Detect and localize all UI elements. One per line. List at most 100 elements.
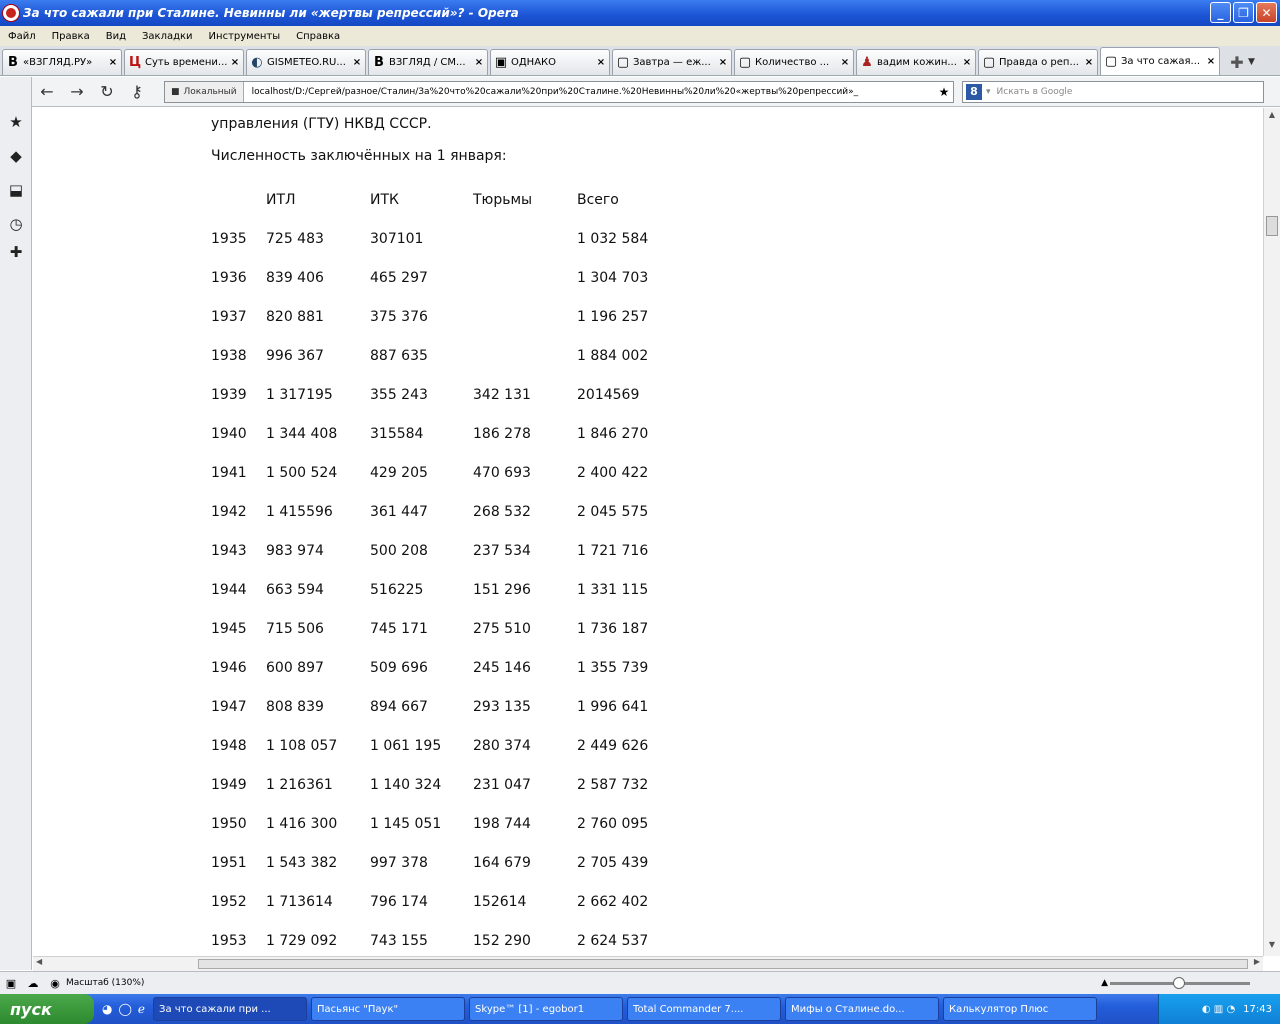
opera-logo-icon xyxy=(3,5,19,21)
notes-icon[interactable]: ◆ xyxy=(6,147,26,167)
tab-gismeteo[interactable]: ◐ GISMETEO.RU... × xyxy=(246,49,366,75)
menu-help[interactable]: Справка xyxy=(288,31,348,42)
scroll-left-arrow-icon[interactable]: ◀ xyxy=(36,957,42,966)
google-search-icon[interactable]: 8 xyxy=(966,83,982,100)
firefox-icon[interactable]: ◕ xyxy=(102,1002,112,1016)
task-total-commander[interactable]: Total Commander 7.... xyxy=(627,997,782,1021)
bookmark-star-icon[interactable]: ★ xyxy=(935,85,953,99)
horizontal-scrollbar[interactable]: ◀ ▶ xyxy=(33,956,1263,971)
cell-year: 1938 xyxy=(211,347,247,364)
tab-label: вадим кожин... xyxy=(877,57,957,68)
horizontal-scroll-thumb[interactable] xyxy=(198,959,1248,969)
tab-vzglyad-sm[interactable]: B ВЗГЛЯД / СМ... × xyxy=(368,49,488,75)
search-box[interactable]: 8 ▾ Искать в Google xyxy=(962,80,1264,103)
tab-close-icon[interactable]: × xyxy=(718,57,728,68)
tab-close-icon[interactable]: × xyxy=(1084,57,1094,68)
zoom-slider-knob[interactable] xyxy=(1173,977,1185,989)
menu-edit[interactable]: Правка xyxy=(44,31,98,42)
tab-close-icon[interactable]: × xyxy=(596,57,606,68)
task-skype[interactable]: Skype™ [1] - egobor1 xyxy=(469,997,624,1021)
tab-odnako[interactable]: ▣ ОДНАКО × xyxy=(490,49,610,75)
cell-total: 2 449 626 xyxy=(577,737,649,754)
tab-close-icon[interactable]: × xyxy=(230,57,240,68)
back-arrow-icon[interactable]: ← xyxy=(32,80,62,104)
task-spider-solitaire[interactable]: Пасьянс "Паук" xyxy=(311,997,466,1021)
tab-zavtra[interactable]: ▢ Завтра — еж... × xyxy=(612,49,732,75)
scroll-right-arrow-icon[interactable]: ▶ xyxy=(1254,957,1260,966)
scroll-up-arrow-icon[interactable]: ▲ xyxy=(1264,110,1280,124)
opera-icon[interactable]: ◯ xyxy=(118,1002,131,1016)
url-text[interactable]: localhost/D:/Сергей/разное/Сталин/За%20ч… xyxy=(244,87,935,97)
cell-itk: 997 378 xyxy=(370,854,428,871)
tab-menu-chevron-icon[interactable]: ▼ xyxy=(1248,57,1266,67)
cell-year: 1939 xyxy=(211,386,247,403)
task-word-document[interactable]: Мифы о Сталине.do... xyxy=(785,997,940,1021)
cell-prisons: 470 693 xyxy=(473,464,531,481)
tab-vzglyad-ru[interactable]: B «ВЗГЛЯД.РУ» × xyxy=(2,49,122,75)
menu-bookmarks[interactable]: Закладки xyxy=(134,31,201,42)
vertical-scroll-thumb[interactable] xyxy=(1266,216,1278,236)
table-row: 1938 996 367 887 635 1 884 002 xyxy=(211,336,677,375)
cell-prisons: 268 532 xyxy=(473,503,531,520)
cell-total: 2 662 402 xyxy=(577,893,649,910)
turbo-icon[interactable]: ◉ xyxy=(44,977,66,990)
history-clock-icon[interactable]: ◷ xyxy=(6,215,26,235)
tab-close-icon[interactable]: × xyxy=(352,57,362,68)
start-button[interactable]: пуск xyxy=(0,994,94,1024)
zoom-label[interactable]: Масштаб (130%) xyxy=(66,978,144,988)
security-badge[interactable]: ■ Локальный xyxy=(165,81,244,102)
bookmarks-star-icon[interactable]: ★ xyxy=(6,113,26,133)
vertical-scrollbar[interactable]: ▲ ▼ xyxy=(1263,108,1280,956)
tab-vadim-kozhinov[interactable]: ♟ вадим кожин... × xyxy=(856,49,976,75)
title-bar: За что сажали при Сталине. Невинны ли «ж… xyxy=(0,0,1280,26)
search-engine-chevron-icon[interactable]: ▾ xyxy=(986,87,991,97)
menu-tools[interactable]: Инструменты xyxy=(201,31,289,42)
cell-prisons: 152 290 xyxy=(473,932,531,949)
tab-close-icon[interactable]: × xyxy=(108,57,118,68)
tab-close-icon[interactable]: × xyxy=(962,57,972,68)
tab-sut-vremeni[interactable]: Ц Суть времени... × xyxy=(124,49,244,75)
address-bar[interactable]: ■ Локальный localhost/D:/Сергей/разное/Ст… xyxy=(164,80,954,103)
window-controls: _ ❐ ✕ xyxy=(1210,2,1277,23)
restore-button[interactable]: ❐ xyxy=(1233,2,1254,23)
reload-icon[interactable]: ↻ xyxy=(92,80,122,104)
add-panel-icon[interactable]: ✚ xyxy=(6,243,26,263)
forward-arrow-icon[interactable]: → xyxy=(62,80,92,104)
tab-za-chto-sazhali[interactable]: ▢ За что сажая... × xyxy=(1100,47,1220,75)
close-button[interactable]: ✕ xyxy=(1256,2,1277,23)
cell-itk: 894 667 xyxy=(370,698,428,715)
opera-unite-icon[interactable]: ☁ xyxy=(22,977,44,990)
table-caption: Численность заключённых на 1 января: xyxy=(211,148,507,164)
minimize-button[interactable]: _ xyxy=(1210,2,1231,23)
menu-file[interactable]: Файл xyxy=(0,31,44,42)
cell-year: 1936 xyxy=(211,269,247,286)
scroll-down-arrow-icon[interactable]: ▼ xyxy=(1264,940,1280,954)
cell-itk: 307101 xyxy=(370,230,424,247)
cell-prisons: 198 744 xyxy=(473,815,531,832)
cell-total: 1 196 257 xyxy=(577,308,649,325)
key-icon[interactable]: ⚷ xyxy=(122,80,152,104)
menu-view[interactable]: Вид xyxy=(98,31,134,42)
zoom-arrow-icon[interactable]: ▲ xyxy=(1101,978,1108,988)
cell-prisons: 293 135 xyxy=(473,698,531,715)
cell-prisons: 237 534 xyxy=(473,542,531,559)
cell-year: 1946 xyxy=(211,659,247,676)
task-calculator[interactable]: Калькулятор Плюс xyxy=(943,997,1098,1021)
task-opera[interactable]: За что сажали при ... xyxy=(153,997,308,1021)
side-panel: ★ ◆ ⬓ ◷ ✚ xyxy=(0,77,32,970)
cell-itl: 663 594 xyxy=(266,581,324,598)
new-tab-button[interactable]: ✚ xyxy=(1226,51,1248,73)
tab-close-icon[interactable]: × xyxy=(840,57,850,68)
tab-close-icon[interactable]: × xyxy=(474,57,484,68)
cell-itk: 375 376 xyxy=(370,308,428,325)
tab-kolichestvo[interactable]: ▢ Количество ... × xyxy=(734,49,854,75)
panel-toggle-icon[interactable]: ▣ xyxy=(0,977,22,990)
cell-year: 1952 xyxy=(211,893,247,910)
opera-window: За что сажали при Сталине. Невинны ли «ж… xyxy=(0,0,1280,1024)
downloads-icon[interactable]: ⬓ xyxy=(6,181,26,201)
cell-itk: 887 635 xyxy=(370,347,428,364)
ie-icon[interactable]: ℯ xyxy=(138,1002,145,1016)
tab-pravda[interactable]: ▢ Правда о реп... × xyxy=(978,49,1098,75)
tab-close-icon[interactable]: × xyxy=(1206,56,1216,67)
tray-icons[interactable]: ◐ ▥ ◔ xyxy=(1202,1004,1235,1015)
